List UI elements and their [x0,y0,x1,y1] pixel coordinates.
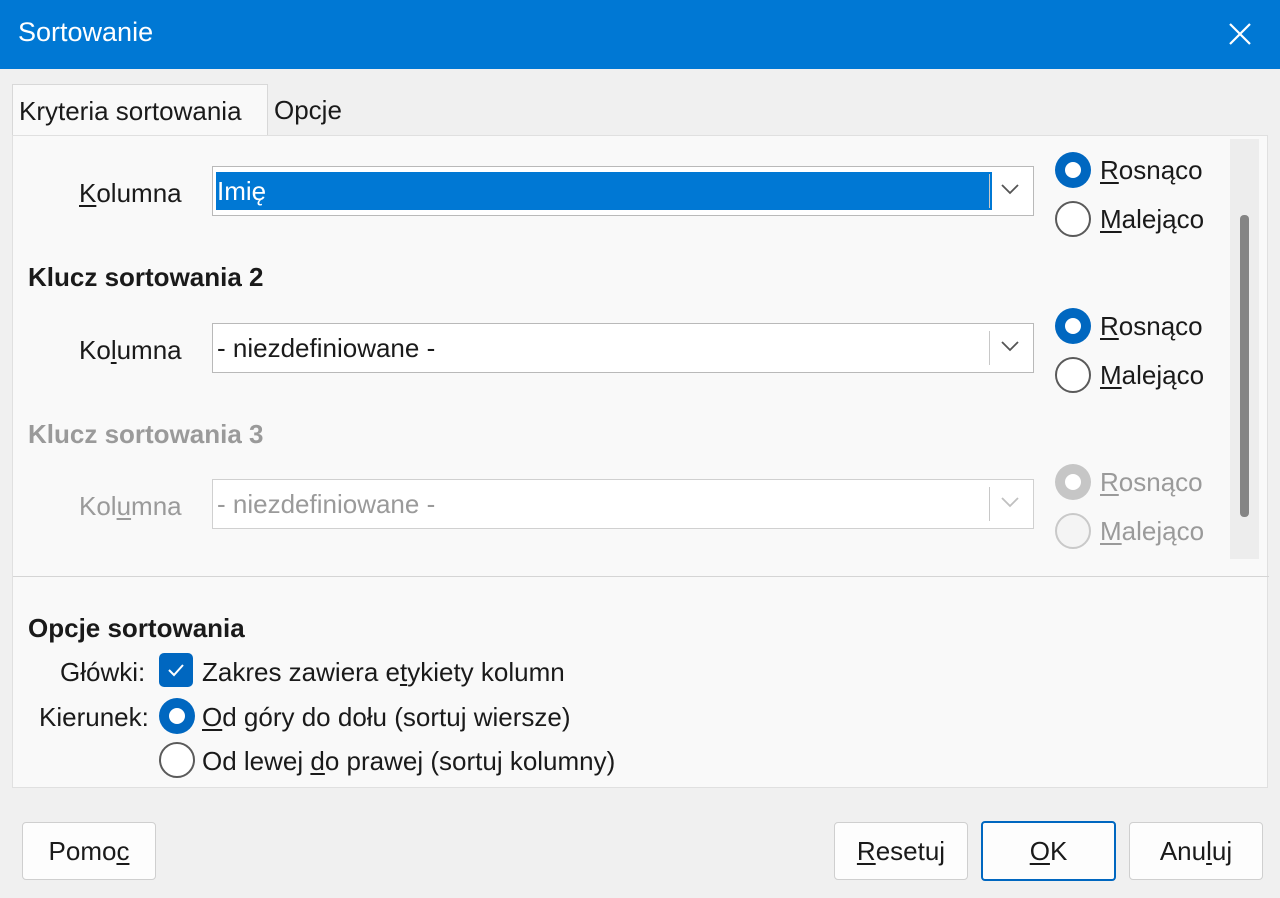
key2-column-select[interactable]: - niezdefiniowane - [212,323,1034,373]
key1-ascending-label[interactable]: Rosnąco [1100,155,1203,186]
tab-sort-criteria[interactable]: Kryteria sortowania [12,84,268,136]
key3-descending-label: Malejąco [1100,516,1205,546]
top-to-bottom-radio[interactable] [159,698,195,734]
key3-dropdown-button [989,480,1033,528]
headers-label: Główki: [60,657,146,687]
close-button[interactable] [1200,0,1280,69]
key2-column-label: Kolumna [79,335,182,365]
key3-ascending-radio [1055,464,1091,500]
chevron-down-icon [1001,341,1019,352]
chevron-down-icon [1001,184,1019,195]
key1-column-value: Imię [216,172,992,210]
key2-column-value: - niezdefiniowane - [217,333,436,363]
separator [13,576,1269,577]
help-button[interactable]: Pomoc [22,822,156,880]
close-icon [1229,23,1251,45]
key2-ascending-radio[interactable] [1055,308,1091,344]
key1-descending-radio[interactable] [1055,201,1091,237]
cancel-button[interactable]: Anuluj [1129,822,1263,880]
key3-heading: Klucz sortowania 3 [28,419,264,449]
key3-ascending-label: Rosnąco [1100,467,1203,497]
left-to-right-label[interactable]: Od lewej do prawej (sortuj kolumny) [202,746,615,777]
chevron-down-icon [1001,497,1019,508]
key1-column-select[interactable]: Imię [212,166,1034,216]
tab-sort-criteria-label: Kryteria sortowania [19,96,242,126]
sort-dialog: Sortowanie Kryteria sortowania Opcje Kol… [0,0,1280,898]
key2-descending-label[interactable]: Malejąco [1100,360,1204,391]
key1-column-label: Kolumna [79,178,182,208]
reset-button[interactable]: Resetuj [834,822,968,880]
tab-options[interactable]: Opcje [268,92,356,136]
ok-button[interactable]: OK [981,821,1116,881]
title-bar: Sortowanie [0,0,1280,69]
key2-dropdown-button[interactable] [989,324,1033,372]
key2-descending-radio[interactable] [1055,357,1091,393]
key3-column-select: - niezdefiniowane - [212,479,1034,529]
key2-ascending-label[interactable]: Rosnąco [1100,311,1203,342]
left-to-right-radio[interactable] [159,742,195,778]
key1-ascending-radio[interactable] [1055,152,1091,188]
key3-column-label: Kolumna [79,491,182,521]
sort-criteria-panel: Kolumna Imię Rosnąco Malejąco Klucz sort… [12,135,1269,788]
direction-label: Kierunek: [39,702,149,732]
key1-descending-label[interactable]: Malejąco [1100,204,1204,235]
key2-heading: Klucz sortowania 2 [28,262,264,292]
sort-options-heading: Opcje sortowania [28,613,245,643]
key3-descending-radio [1055,513,1091,549]
scrollbar[interactable] [1230,139,1259,559]
checkmark-icon [168,664,184,677]
key1-dropdown-button[interactable] [989,167,1033,215]
tab-options-label: Opcje [274,95,342,125]
headers-checkbox-label[interactable]: Zakres zawiera etykiety kolumn [202,657,565,688]
scrollbar-thumb[interactable] [1240,215,1249,517]
window-title: Sortowanie [18,17,154,47]
key3-column-value: - niezdefiniowane - [217,489,436,519]
headers-checkbox[interactable] [159,653,193,687]
top-to-bottom-label[interactable]: Od góry do dołu (sortuj wiersze) [202,702,571,733]
